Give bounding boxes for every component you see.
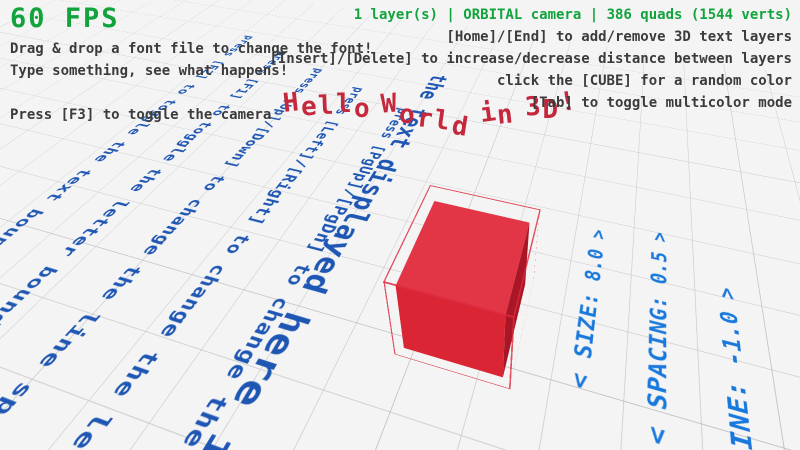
status-line: 1 layer(s) | ORBITAL camera | 386 quads … bbox=[269, 4, 792, 26]
hud-instruction-line: click the [CUBE] for a random color bbox=[269, 70, 792, 92]
control-label-spacing: < SPACING: 0.5 > bbox=[641, 229, 673, 449]
font-demo-app: press [F2] to toggle the text boundarypr… bbox=[0, 0, 800, 450]
control-label-lbox: < LBOX: OFF > bbox=[791, 337, 800, 450]
control-label-size: < SIZE: 8.0 > bbox=[565, 227, 611, 393]
hud-instruction-line: [Insert]/[Delete] to increase/decrease d… bbox=[269, 48, 792, 70]
hud-instruction-line: [Tab] to toggle multicolor mode bbox=[269, 92, 792, 114]
hud-instruction-line: [Home]/[End] to add/remove 3D text layer… bbox=[269, 26, 792, 48]
hud-top-right: 1 layer(s) | ORBITAL camera | 386 quads … bbox=[269, 4, 792, 114]
hud-right-instructions: [Home]/[End] to add/remove 3D text layer… bbox=[269, 26, 792, 114]
control-label-line: < LINE: -1.0 > bbox=[713, 284, 767, 450]
